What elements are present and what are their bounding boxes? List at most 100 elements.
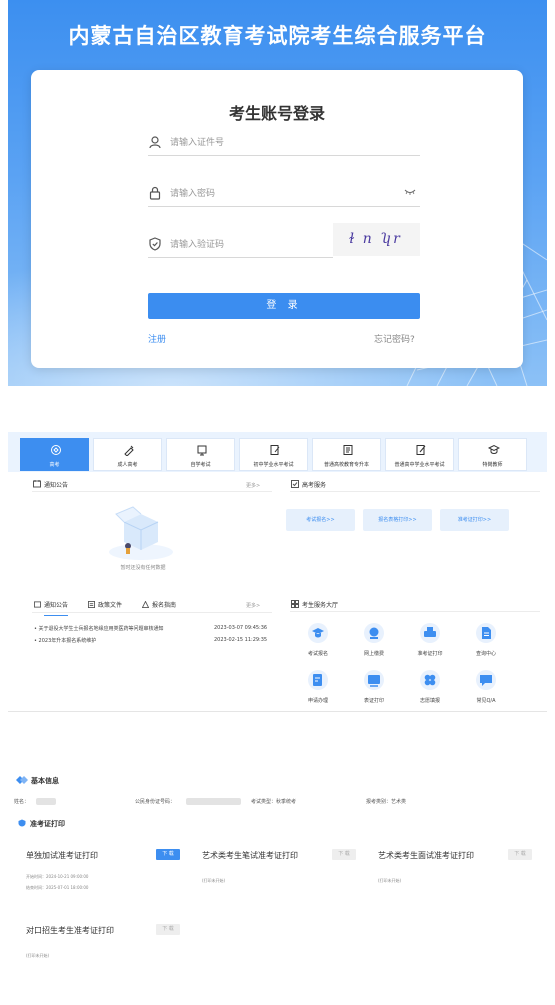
exam-registration-button[interactable]: 考试报名>> <box>286 509 355 531</box>
tab-teacher[interactable]: 特岗教师 <box>458 438 527 471</box>
tab-label: 普通高中学业水平考试 <box>394 462 445 468</box>
tab-registration-guide[interactable]: 报名指南 <box>152 600 176 609</box>
tab-self-study[interactable]: 自学考试 <box>166 438 235 471</box>
tab-adult-exam[interactable]: 成人高考 <box>93 438 162 471</box>
teacher-icon <box>488 444 500 454</box>
captcha-field[interactable]: 请输入验证码 <box>148 232 333 258</box>
lower-more-link[interactable]: 更多> <box>246 602 260 609</box>
tab-label: 初中学业水平考试 <box>253 462 294 468</box>
notice-row[interactable]: • 关于退役大学生士兵报名地缘应用类医药等问题审核通知 2023-03-07 0… <box>34 625 274 632</box>
empty-state-illustration <box>109 506 173 560</box>
diamond-icon <box>16 776 28 784</box>
notice-title: 2023年升本报名系统维护 <box>38 638 97 644</box>
hall-item-label: 志愿填报 <box>419 698 440 704</box>
login-card: 考生账号登录 请输入证件号 请输入密码 请输入验证码 ɫ n ʮr 登 录 注册… <box>31 70 523 368</box>
adult-exam-icon <box>124 445 134 456</box>
ticket-card-single-exam: 单独加试准考证打印 下 载 开始时间：2024-10-21 09:00:00 结… <box>18 844 182 902</box>
qa-icon <box>476 670 496 690</box>
clover-icon <box>420 670 440 690</box>
upgrade-icon <box>343 445 353 455</box>
notice-panel-title: 通知公告 <box>44 482 69 489</box>
ticket-card-art-interview: 艺术类考生面试准考证打印 下 载 (打印未开始) <box>370 844 534 902</box>
divider <box>290 491 540 492</box>
hall-ticket-print[interactable]: 准考证打印 <box>410 623 450 663</box>
registration-form-print-button[interactable]: 报名表格打印>> <box>363 509 432 531</box>
user-icon <box>149 136 161 149</box>
certificate-print-icon <box>364 670 384 690</box>
category-label: 报考类别：艺术类 <box>366 799 407 805</box>
junior-exam-icon <box>270 445 280 455</box>
download-button-disabled[interactable]: 下 载 <box>332 849 356 860</box>
login-section: 内蒙古自治区教育考试院考生综合服务平台 考生账号登录 请输入证件号 请输入密码 <box>8 0 547 386</box>
hall-item-label: 表证打印 <box>363 698 384 704</box>
tab-label: 特岗教师 <box>482 462 503 468</box>
ticket-print-button[interactable]: 准考证打印>> <box>440 509 509 531</box>
hall-query-center[interactable]: 查询中心 <box>466 623 506 663</box>
divider <box>32 491 272 492</box>
id-number-placeholder: 请输入证件号 <box>170 138 225 148</box>
id-number-label: 公民身份证号码： <box>135 799 176 805</box>
captcha-image[interactable]: ɫ n ʮr <box>333 223 420 256</box>
notice-bullet: • <box>34 638 37 644</box>
service-hall-icon <box>291 600 299 608</box>
self-study-icon <box>197 445 207 456</box>
document-icon <box>476 623 496 643</box>
eye-closed-icon[interactable] <box>404 188 416 196</box>
tab-senior-exam[interactable]: 普通高中学业水平考试 <box>385 438 454 471</box>
tab-gaokao[interactable]: 高考 <box>20 438 89 471</box>
divider <box>290 611 540 612</box>
tab-label: 自学考试 <box>190 462 211 468</box>
register-link[interactable]: 注册 <box>148 332 166 345</box>
hall-certificate-print[interactable]: 表证打印 <box>354 670 394 710</box>
notice-bullet: • <box>34 626 37 632</box>
password-field[interactable]: 请输入密码 <box>148 181 420 207</box>
hall-online-payment[interactable]: 网上缴费 <box>354 623 394 663</box>
tab-junior-exam[interactable]: 初中学业水平考试 <box>239 438 308 471</box>
notice-date: 2023-02-15 11:29:35 <box>214 637 268 643</box>
hall-application[interactable]: 申请办理 <box>298 670 338 710</box>
shield-check-icon <box>149 237 161 251</box>
payment-icon <box>364 623 384 643</box>
service-panel-title: 高考服务 <box>302 482 327 489</box>
ticket-card-title: 单独加试准考证打印 <box>26 851 98 860</box>
policy-icon <box>88 601 95 608</box>
login-title: 考生账号登录 <box>228 104 325 123</box>
download-button-disabled[interactable]: 下 载 <box>156 924 180 935</box>
hall-item-label: 申请办理 <box>307 698 328 704</box>
print-status: (打印未开始) <box>26 953 50 958</box>
login-button[interactable]: 登 录 <box>148 293 420 319</box>
notice-row[interactable]: • 2023年升本报名系统维护 2023-02-15 11:29:35 <box>34 637 274 644</box>
download-button[interactable]: 下 载 <box>156 849 180 860</box>
guide-icon <box>142 601 149 608</box>
basic-info-title: 基本信息 <box>31 777 59 785</box>
lock-icon <box>149 186 161 200</box>
exam-type-label: 考试类型：秋季统考 <box>251 799 297 805</box>
ticket-card-vocational: 对口招生考生准考证打印 下 载 (打印未开始) <box>18 919 182 977</box>
tab-label: 高考 <box>49 462 60 468</box>
divider <box>32 612 272 613</box>
forgot-password-link[interactable]: 忘记密码? <box>374 332 415 345</box>
hall-faq[interactable]: 常见Q/A <box>466 670 506 710</box>
notice-icon <box>33 480 41 488</box>
id-number-redacted <box>186 798 241 805</box>
hall-item-label: 准考证打印 <box>417 651 443 657</box>
password-placeholder: 请输入密码 <box>170 189 216 199</box>
hall-item-label: 查询中心 <box>475 651 496 657</box>
hall-volunteer-filling[interactable]: 志愿填报 <box>410 670 450 710</box>
platform-title: 内蒙古自治区教育考试院考生综合服务平台 <box>68 24 487 48</box>
tab-upgrade[interactable]: 普通高校教育专升本 <box>312 438 381 471</box>
tab-notices[interactable]: 通知公告 <box>44 600 69 616</box>
tab-policy-files[interactable]: 政策文件 <box>98 600 122 609</box>
ticket-card-title: 对口招生考生准考证打印 <box>26 926 114 935</box>
id-number-field[interactable]: 请输入证件号 <box>148 130 420 156</box>
end-time: 结束时间：2025-07-01 18:00:00 <box>26 885 89 890</box>
hall-item-label: 考试报名 <box>307 651 328 657</box>
graduation-cap-icon <box>308 623 328 643</box>
tab-label: 成人高考 <box>117 462 138 468</box>
edit-form-icon <box>308 670 328 690</box>
captcha-placeholder: 请输入验证码 <box>170 240 225 250</box>
notice-more-link[interactable]: 更多> <box>246 482 260 489</box>
download-button-disabled[interactable]: 下 载 <box>508 849 532 860</box>
ticket-card-art-written: 艺术类考生笔试准考证打印 下 载 (打印未开始) <box>194 844 358 902</box>
hall-exam-registration[interactable]: 考试报名 <box>298 623 338 663</box>
